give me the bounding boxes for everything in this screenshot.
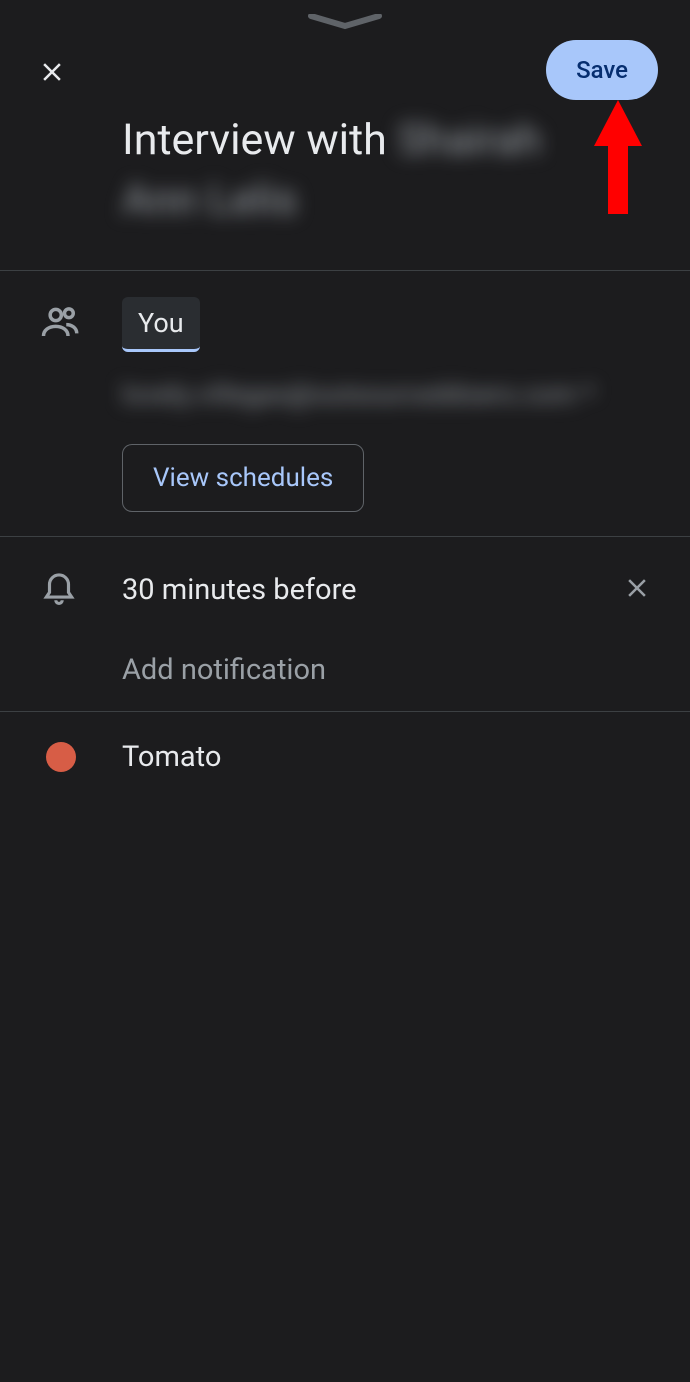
notification-item[interactable]: 30 minutes before — [122, 567, 658, 613]
event-title-blurred-2: Ann Lelis — [122, 175, 297, 225]
attendee-email-blurred: lovely.villegas@outsourceddoers.com * — [122, 380, 658, 410]
notification-section: 30 minutes before Add notification — [0, 536, 690, 711]
save-button[interactable]: Save — [546, 40, 658, 100]
add-notification-button[interactable]: Add notification — [122, 653, 658, 687]
close-icon — [37, 57, 67, 87]
close-icon — [622, 573, 652, 603]
view-schedules-button[interactable]: View schedules — [122, 444, 364, 512]
people-icon — [40, 295, 100, 343]
notification-text: 30 minutes before — [122, 573, 616, 607]
event-title-blurred-1: Shairah — [398, 115, 542, 165]
bell-icon — [40, 561, 100, 605]
color-section[interactable]: Tomato — [0, 711, 690, 802]
event-title-prefix: Interview with — [122, 115, 398, 165]
people-section: You lovely.villegas@outsourceddoers.com … — [0, 270, 690, 536]
drag-handle-icon[interactable] — [305, 14, 385, 34]
close-button[interactable] — [32, 52, 72, 92]
color-label: Tomato — [76, 740, 221, 774]
event-title[interactable]: Interview with Shairah Ann Lelis — [0, 100, 690, 270]
remove-notification-button[interactable] — [616, 567, 658, 613]
attendee-you-chip[interactable]: You — [122, 297, 200, 352]
color-swatch-icon — [46, 742, 76, 772]
